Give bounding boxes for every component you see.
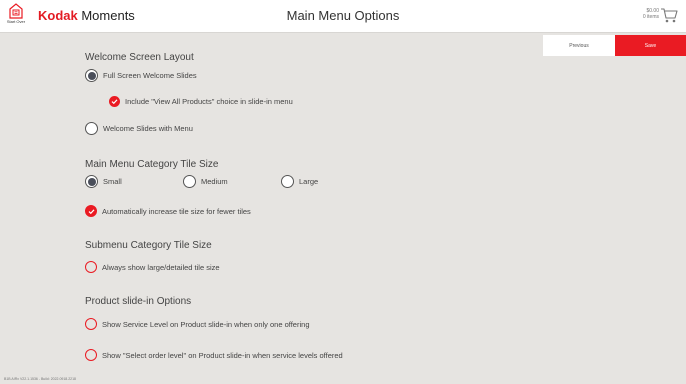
start-over-label: Start Over bbox=[6, 19, 26, 24]
checkbox-auto-increase[interactable]: Automatically increase tile size for few… bbox=[85, 205, 251, 217]
home-icon bbox=[9, 3, 23, 19]
checkbox-select-order-level-label: Show "Select order level" on Product sli… bbox=[102, 350, 343, 360]
option-tile-small-label: Small bbox=[103, 177, 122, 186]
checkbox-always-large-label: Always show large/detailed tile size bbox=[102, 262, 220, 272]
option-tile-large-label: Large bbox=[299, 177, 319, 186]
circle-icon bbox=[85, 318, 97, 330]
section-title-welcome: Welcome Screen Layout bbox=[85, 52, 194, 63]
version-footer: B1B AIRx V22.1.1536 - Build: 2022.0918.2… bbox=[4, 377, 76, 381]
radio-unselected-icon bbox=[183, 175, 196, 188]
checkbox-select-order-level[interactable]: Show "Select order level" on Product sli… bbox=[85, 349, 343, 361]
circle-icon bbox=[85, 261, 97, 273]
option-tile-medium[interactable]: Medium bbox=[183, 175, 228, 188]
option-tile-large[interactable]: Large bbox=[281, 175, 318, 188]
checkbox-include-view-all[interactable]: Include "View All Products" choice in sl… bbox=[109, 96, 293, 107]
checkbox-service-level-label: Show Service Level on Product slide-in w… bbox=[102, 319, 310, 329]
option-tile-medium-label: Medium bbox=[201, 177, 228, 186]
radio-unselected-icon bbox=[85, 122, 98, 135]
circle-icon bbox=[85, 349, 97, 361]
brand-kodak: Kodak bbox=[38, 8, 78, 23]
save-button[interactable]: Save bbox=[615, 35, 686, 56]
option-tile-small[interactable]: Small bbox=[85, 175, 122, 188]
option-full-screen-slides[interactable]: Full Screen Welcome Slides bbox=[85, 69, 197, 82]
cart-summary: $0.00 0 items bbox=[643, 8, 659, 20]
option-full-screen-slides-label: Full Screen Welcome Slides bbox=[103, 71, 197, 80]
check-circle-icon bbox=[109, 96, 120, 107]
start-over-button[interactable]: Start Over bbox=[6, 3, 26, 29]
checkbox-auto-increase-label: Automatically increase tile size for few… bbox=[102, 206, 251, 216]
check-circle-icon bbox=[85, 205, 97, 217]
radio-selected-icon bbox=[85, 175, 98, 188]
previous-button[interactable]: Previous bbox=[543, 35, 615, 56]
checkbox-always-large[interactable]: Always show large/detailed tile size bbox=[85, 261, 220, 273]
checkbox-include-view-all-label: Include "View All Products" choice in sl… bbox=[125, 97, 293, 106]
option-slides-with-menu-label: Welcome Slides with Menu bbox=[103, 124, 193, 133]
app-header: Start Over Kodak Moments Main Menu Optio… bbox=[0, 0, 686, 33]
radio-unselected-icon bbox=[281, 175, 294, 188]
section-title-tile-size: Main Menu Category Tile Size bbox=[85, 159, 219, 170]
cart-items: 0 items bbox=[642, 14, 659, 20]
option-slides-with-menu[interactable]: Welcome Slides with Menu bbox=[85, 122, 193, 135]
section-title-submenu: Submenu Category Tile Size bbox=[85, 240, 212, 251]
brand-logo: Kodak Moments bbox=[38, 8, 135, 24]
brand-moments: Moments bbox=[77, 8, 135, 23]
checkbox-service-level[interactable]: Show Service Level on Product slide-in w… bbox=[85, 318, 309, 330]
radio-selected-icon bbox=[85, 69, 98, 82]
cart-button[interactable]: $0.00 0 items bbox=[608, 5, 678, 27]
section-title-product: Product slide-in Options bbox=[85, 296, 192, 307]
cart-icon bbox=[661, 8, 678, 23]
